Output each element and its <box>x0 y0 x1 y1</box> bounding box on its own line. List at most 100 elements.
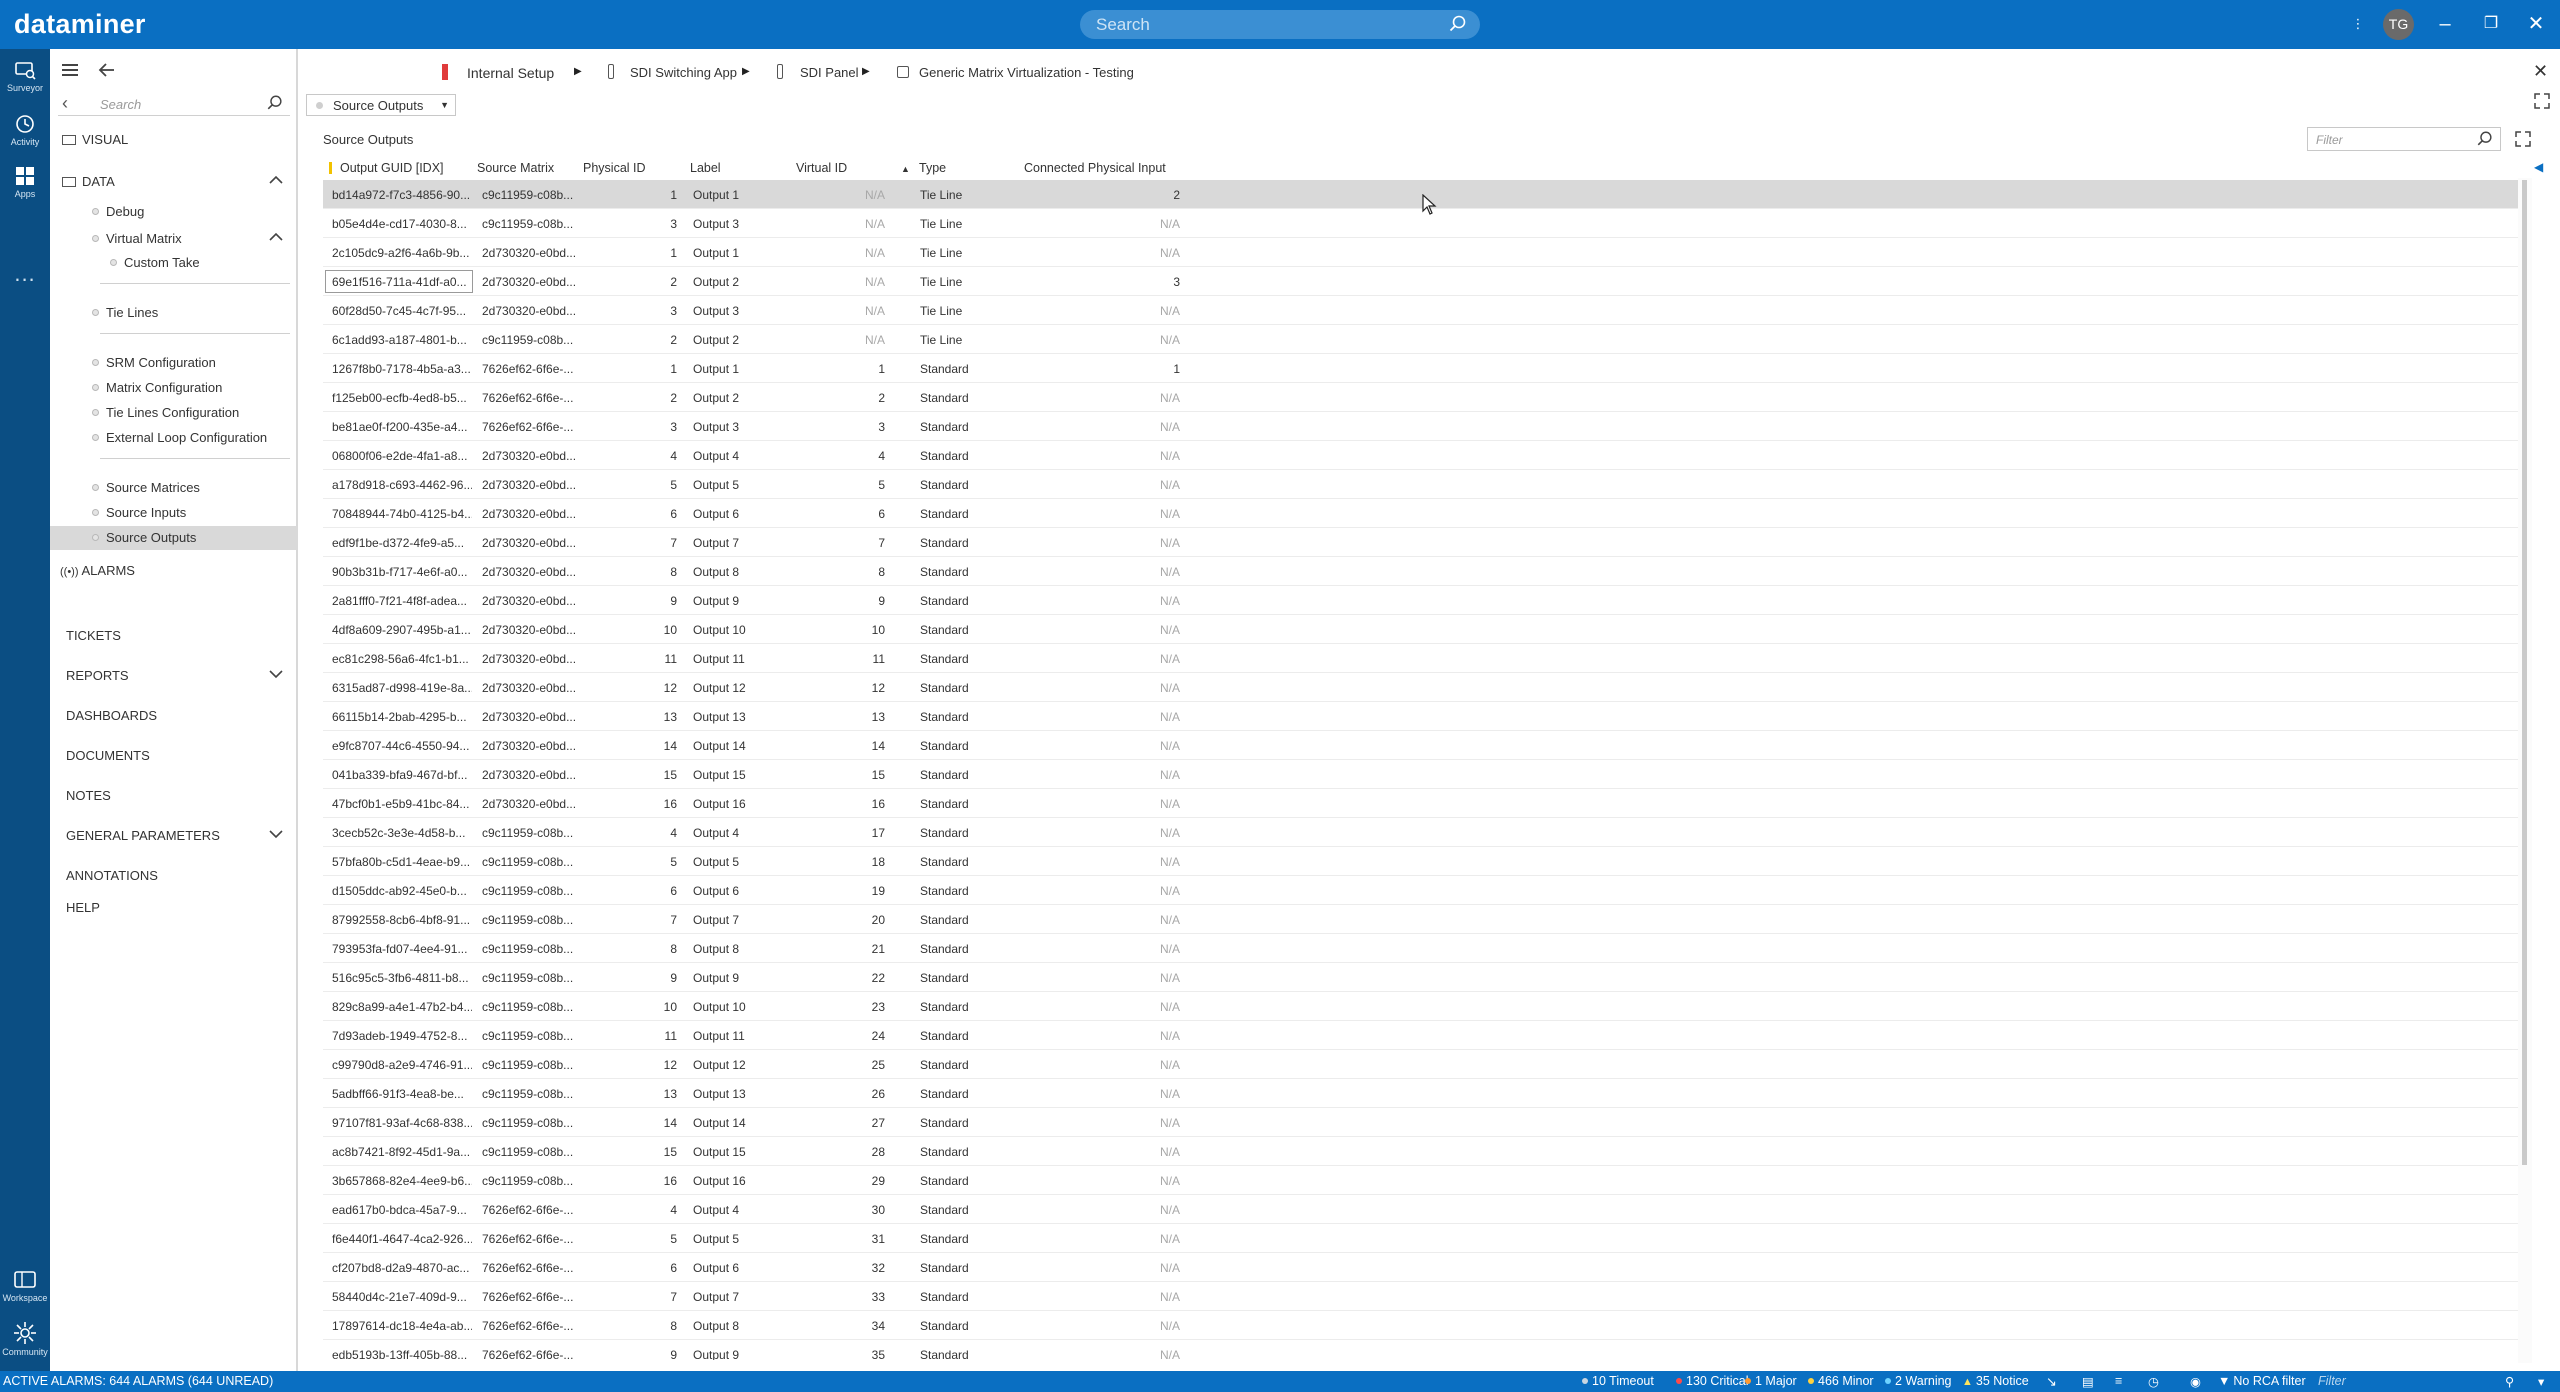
nav-dashboards[interactable]: DASHBOARDS <box>66 708 157 723</box>
nav-documents[interactable]: DOCUMENTS <box>66 748 150 763</box>
table-row[interactable]: 06800f06-e2de-4fa1-a8... 2d730320-e0bd...… <box>323 441 2518 470</box>
table-row[interactable]: 57bfa80b-c5d1-4eae-b9... c9c11959-c08b...… <box>323 847 2518 876</box>
notice-count[interactable]: ▲ 35 Notice <box>1962 1374 2029 1388</box>
rail-workspace[interactable]: Workspace <box>0 1269 50 1303</box>
table-row[interactable]: bd14a972-f7c3-4856-90... c9c11959-c08b...… <box>323 180 2518 209</box>
sort-ascending-icon[interactable]: ▲ <box>901 164 910 174</box>
filter-search-icon[interactable] <box>2476 130 2494 148</box>
table-row[interactable]: 6c1add93-a187-4801-b... c9c11959-c08b... 2… <box>323 325 2518 354</box>
chevron-down-icon[interactable] <box>268 827 284 841</box>
table-row[interactable]: 90b3b31b-f717-4e6f-a0... 2d730320-e0bd...… <box>323 557 2518 586</box>
table-row[interactable]: 3cecb52c-3e3e-4d58-b... c9c11959-c08b... 4… <box>323 818 2518 847</box>
nav-item-external-loop-configuration[interactable]: External Loop Configuration <box>92 430 267 445</box>
table-row[interactable]: 87992558-8cb6-4bf8-91... c9c11959-c08b...… <box>323 905 2518 934</box>
table-row[interactable]: e9fc8707-44c6-4550-94... 2d730320-e0bd...… <box>323 731 2518 760</box>
column-header-source-matrix[interactable]: Source Matrix <box>477 161 554 175</box>
list-view-icon[interactable]: ▤ <box>2082 1374 2094 1389</box>
table-row[interactable]: 47bcf0b1-e5b9-41bc-84... 2d730320-e0bd...… <box>323 789 2518 818</box>
breadcrumb-internal-setup[interactable]: Internal Setup <box>467 65 554 81</box>
table-row[interactable]: 7d93adeb-1949-4752-8... c9c11959-c08b... 1… <box>323 1021 2518 1050</box>
column-header-type[interactable]: Type <box>919 161 946 175</box>
table-row[interactable]: ead617b0-bdca-45a7-9... 7626ef62-6f6e-...… <box>323 1195 2518 1224</box>
table-row[interactable]: 1267f8b0-7178-4b5a-a3... 7626ef62-6f6e-..… <box>323 354 2518 383</box>
column-header-output-guid[interactable]: Output GUID [IDX] <box>340 161 444 175</box>
table-row[interactable]: cf207bd8-d2a9-4870-ac... 7626ef62-6f6e-..… <box>323 1253 2518 1282</box>
nav-reports[interactable]: REPORTS <box>66 668 129 683</box>
nav-item-debug[interactable]: Debug <box>92 204 144 219</box>
rail-surveyor[interactable]: Surveyor <box>0 59 50 93</box>
nav-alarms[interactable]: ((•)) ALARMS <box>60 563 135 578</box>
column-header-label[interactable]: Label <box>690 161 721 175</box>
nav-general-parameters[interactable]: GENERAL PARAMETERS <box>66 828 220 843</box>
nav-item-custom-take[interactable]: Custom Take <box>110 255 200 270</box>
table-row[interactable]: edb5193b-13ff-405b-88... 7626ef62-6f6e-..… <box>323 1340 2518 1360</box>
nav-tickets[interactable]: TICKETS <box>66 628 121 643</box>
trend-chart-icon[interactable]: ↘ <box>2046 1374 2057 1390</box>
expand-card-icon[interactable] <box>2533 92 2551 110</box>
chevron-down-icon[interactable] <box>268 667 284 681</box>
close-window-icon[interactable]: ✕ <box>2523 12 2549 36</box>
table-row[interactable]: 70848944-74b0-4125-b4... 2d730320-e0bd...… <box>323 499 2518 528</box>
minor-count[interactable]: 466 Minor <box>1808 1374 1874 1388</box>
nav-notes[interactable]: NOTES <box>66 788 111 803</box>
table-row[interactable]: 041ba339-bfa9-467d-bf... 2d730320-e0bd...… <box>323 760 2518 789</box>
overflow-menu-icon[interactable]: ⋮ <box>2345 12 2371 36</box>
table-filter-input[interactable]: Filter <box>2307 127 2501 151</box>
table-row[interactable]: b05e4d4e-cd17-4030-8... c9c11959-c08b... 3… <box>323 209 2518 238</box>
table-row[interactable]: f125eb00-ecfb-4ed8-b5... 7626ef62-6f6e-..… <box>323 383 2518 412</box>
table-row[interactable]: d1505ddc-ab92-45e0-b... c9c11959-c08b... 6… <box>323 876 2518 905</box>
table-row[interactable]: ec81c298-56a6-4fc1-b1... 2d730320-e0bd...… <box>323 644 2518 673</box>
global-search-input[interactable]: Search <box>1080 10 1480 39</box>
page-selector-dropdown[interactable]: Source Outputs ▼ <box>306 94 456 116</box>
rail-activity[interactable]: Activity <box>0 113 50 147</box>
more-apps-icon[interactable]: ... <box>0 261 50 287</box>
collapse-panel-icon[interactable]: ◀ <box>2534 160 2548 190</box>
nav-item-source-outputs[interactable]: Source Outputs <box>92 530 196 545</box>
collapse-status-icon[interactable]: ▾ <box>2538 1374 2544 1389</box>
rail-apps[interactable]: Apps <box>0 165 50 199</box>
nav-visual[interactable]: VISUAL <box>62 132 128 147</box>
side-search-input[interactable]: ‹ Search <box>58 91 290 116</box>
table-row[interactable]: 829c8a99-a4e1-47b2-b4... c9c11959-c08b...… <box>323 992 2518 1021</box>
back-arrow-icon[interactable] <box>96 61 118 79</box>
table-row[interactable]: 5adbff66-91f3-4ea8-be... c9c11959-c08b...… <box>323 1079 2518 1108</box>
table-row[interactable]: 17897614-dc18-4e4a-ab... 7626ef62-6f6e-..… <box>323 1311 2518 1340</box>
table-row[interactable]: 97107f81-93af-4c68-838... c9c11959-c08b..… <box>323 1108 2518 1137</box>
nav-item-source-inputs[interactable]: Source Inputs <box>92 505 186 520</box>
breadcrumb-sdi-switching-app[interactable]: SDI Switching App <box>630 65 737 80</box>
vertical-scrollbar-thumb[interactable] <box>2522 180 2527 1165</box>
nav-item-srm-configuration[interactable]: SRM Configuration <box>92 355 216 370</box>
nav-data[interactable]: DATA <box>62 174 115 189</box>
rail-community[interactable]: Community <box>0 1321 50 1357</box>
dataminer-logo[interactable]: dataminer <box>14 9 146 40</box>
table-row[interactable]: 69e1f516-711a-41df-a0... 2d730320-e0bd...… <box>323 267 2518 296</box>
hamburger-menu-icon[interactable] <box>60 61 82 79</box>
table-row[interactable]: edf9f1be-d372-4fe9-a5... 2d730320-e0bd...… <box>323 528 2518 557</box>
breadcrumb-arrow-icon[interactable]: ▶ <box>742 66 750 77</box>
table-row[interactable]: 3b657868-82e4-4ee9-b6... c9c11959-c08b...… <box>323 1166 2518 1195</box>
column-header-virtual-id[interactable]: Virtual ID <box>796 161 847 175</box>
table-row[interactable]: 2c105dc9-a2f6-4a6b-9b... 2d730320-e0bd...… <box>323 238 2518 267</box>
nav-help[interactable]: HELP <box>66 900 100 915</box>
clock-icon[interactable]: ◷ <box>2148 1374 2159 1389</box>
table-row[interactable]: a178d918-c693-4462-96... 2d730320-e0bd...… <box>323 470 2518 499</box>
table-fullscreen-icon[interactable] <box>2514 130 2532 148</box>
breadcrumb-arrow-icon[interactable]: ▶ <box>862 66 870 77</box>
table-row[interactable]: 6315ad87-d998-419e-8a... 2d730320-e0bd...… <box>323 673 2518 702</box>
status-filter-input[interactable]: Filter <box>2318 1374 2346 1388</box>
sort-lines-icon[interactable]: ≡ <box>2115 1374 2122 1388</box>
table-row[interactable]: ac8b7421-8f92-45d1-9a... c9c11959-c08b...… <box>323 1137 2518 1166</box>
table-row[interactable]: f6e440f1-4647-4ca2-926... 7626ef62-6f6e-.… <box>323 1224 2518 1253</box>
side-search-icon[interactable] <box>266 94 284 112</box>
restore-icon[interactable]: ❐ <box>2478 12 2504 36</box>
side-search-back-icon[interactable]: ‹ <box>62 93 68 114</box>
major-count[interactable]: 1 Major <box>1745 1374 1797 1388</box>
nav-item-source-matrices[interactable]: Source Matrices <box>92 480 200 495</box>
table-row[interactable]: 2a81fff0-7f21-4f8f-adea... 2d730320-e0bd.… <box>323 586 2518 615</box>
table-row[interactable]: be81ae0f-f200-435e-a4... 7626ef62-6f6e-..… <box>323 412 2518 441</box>
close-card-icon[interactable]: ✕ <box>2533 61 2548 82</box>
nav-annotations[interactable]: ANNOTATIONS <box>66 868 158 883</box>
user-avatar[interactable]: TG <box>2383 9 2414 40</box>
column-header-connected-physical-input[interactable]: Connected Physical Input <box>1024 161 1166 175</box>
breadcrumb-sdi-panel[interactable]: SDI Panel <box>800 65 859 80</box>
